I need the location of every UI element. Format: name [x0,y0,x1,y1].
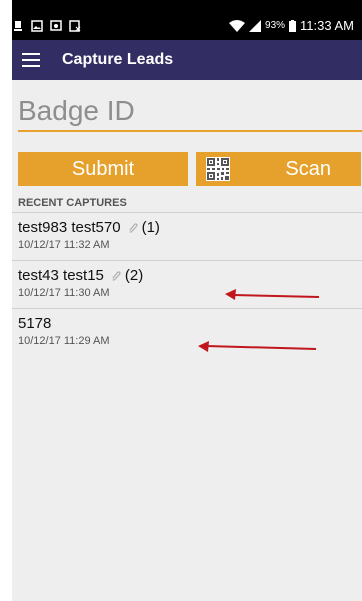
badge-id-input[interactable] [18,92,362,132]
image-notification-icon [31,20,43,32]
app-title: Capture Leads [62,51,174,68]
hamburger-menu-icon[interactable] [22,53,40,67]
capture-name: test983 test570 [18,219,121,236]
scan-button[interactable]: Scan [196,152,361,186]
signal-icon [249,19,262,32]
clock: 11:33 AM [300,18,354,33]
paperclip-icon [112,271,121,281]
app-bar: Capture Leads [12,40,362,80]
capture-name: test43 test15 [18,267,104,284]
battery-percent: 93% [265,20,286,31]
recent-captures-heading: RECENT CAPTURES [18,197,127,209]
capture-name: 5178 [18,315,52,332]
capture-time: 10/12/17 11:32 AM [18,239,110,251]
attachment-count: (1) [141,219,160,236]
scan-button-label: Scan [285,157,331,180]
recent-captures-list: test983 test570 (1) 10/12/17 11:32 AM te… [12,212,362,356]
alert-notification-icon [14,21,22,31]
status-bar: 93% 11:33 AM [12,0,362,40]
notification-icons [12,20,81,32]
annotation-arrow-1 [225,289,320,300]
wifi-icon [229,19,246,32]
annotation-arrow-2 [198,341,317,352]
system-status: 93% 11:33 AM [229,18,354,33]
paperclip-icon [128,223,138,233]
submit-button[interactable]: Submit [18,152,188,186]
battery-icon [289,19,297,32]
cast-notification-icon [50,20,62,31]
attachment-count: (2) [124,267,144,284]
blocked-notification-icon [69,20,81,32]
action-buttons: Submit Scan [18,152,361,186]
list-item[interactable]: test983 test570 (1) 10/12/17 11:32 AM [12,212,362,260]
qr-code-icon [206,157,230,181]
